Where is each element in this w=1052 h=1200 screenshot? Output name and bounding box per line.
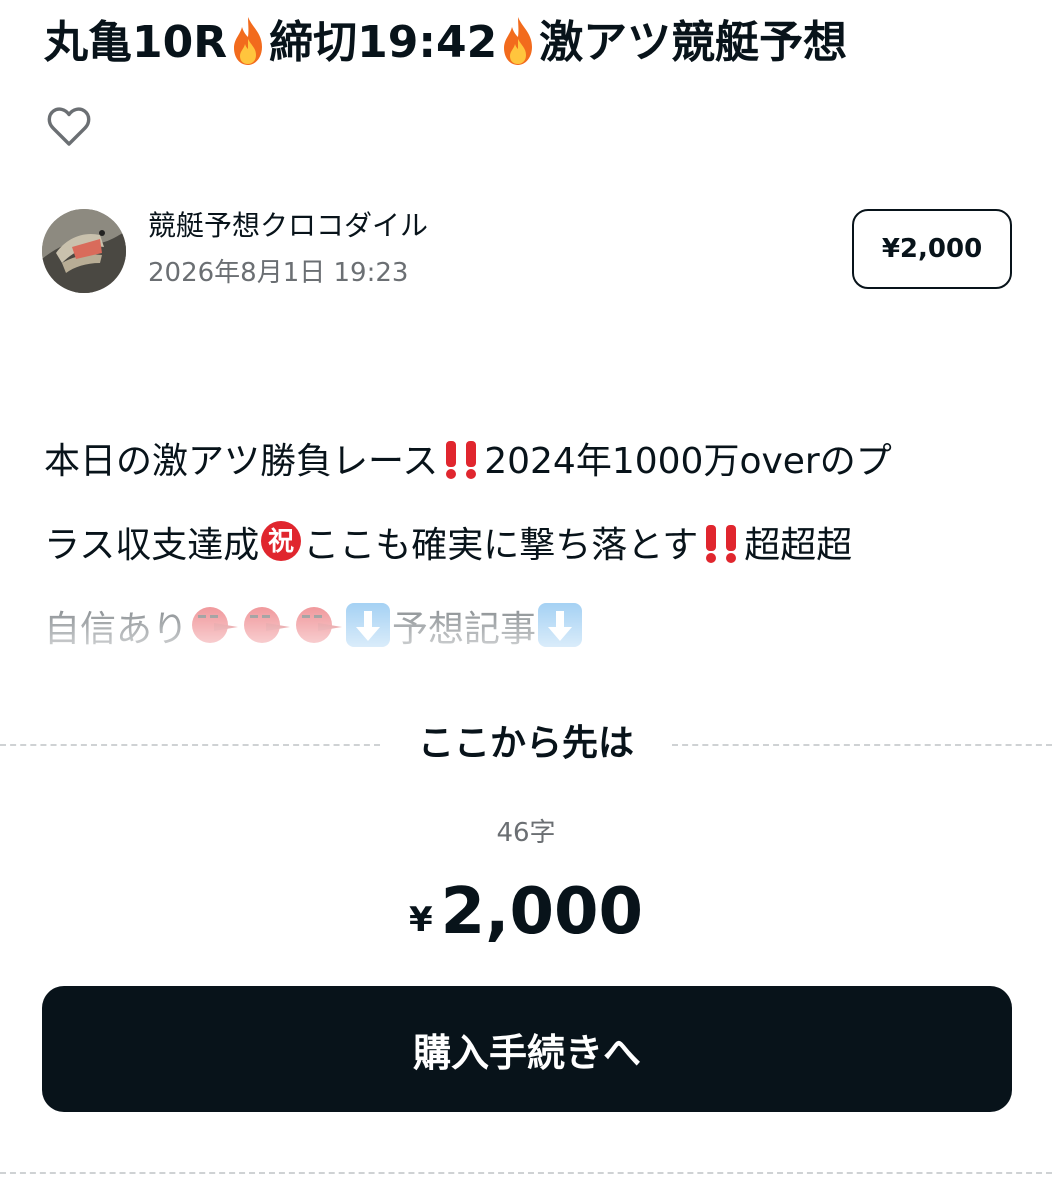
- body-text-segment: 予想記事: [392, 609, 537, 650]
- paywall-divider: ここから先は: [0, 712, 1052, 776]
- svg-text:祝: 祝: [268, 527, 294, 557]
- double-exclamation-icon: [706, 525, 737, 563]
- publish-date: 2026年8月1日 19:23: [148, 258, 409, 288]
- body-text-segment: 2024年1000万overのプ: [484, 441, 892, 482]
- char-count: 46字: [496, 818, 556, 848]
- body-line-1: 本日の激アツ勝負レース 2024年1000万overのプ: [44, 420, 1004, 504]
- body-text-segment: ラス収支達成: [44, 525, 260, 566]
- down-arrow-icon: [538, 603, 583, 647]
- heart-icon[interactable]: [46, 104, 92, 150]
- tengu-icon: [192, 607, 239, 643]
- fire-icon: [234, 17, 263, 65]
- fire-icon: [504, 17, 533, 65]
- double-exclamation-icon: [446, 441, 477, 479]
- body-text-segment: 本日の激アツ勝負レース: [44, 441, 439, 482]
- body-text-segment: 自信あり: [44, 609, 189, 650]
- author-avatar[interactable]: [42, 209, 126, 293]
- currency-symbol: ¥: [408, 900, 433, 940]
- author-row: 競艇予想クロコダイル 2026年8月1日 19:23 ¥2,000: [42, 207, 1012, 295]
- congratulations-icon: 祝: [261, 521, 302, 561]
- purchase-button[interactable]: 購入手続きへ: [42, 986, 1012, 1112]
- body-text-segment: 超超超: [744, 525, 853, 566]
- title-part-2: 締切19:42: [269, 17, 498, 68]
- body-line-3: 自信あり 予想記事: [44, 588, 1004, 672]
- article-title: 丸亀10R 締切19:42 激アツ競艇予想: [44, 10, 1034, 76]
- purchase-button-label: 購入手続きへ: [412, 1030, 641, 1075]
- paywall-label: ここから先は: [417, 723, 634, 764]
- author-name[interactable]: 競艇予想クロコダイル: [148, 207, 428, 245]
- bottom-divider: [0, 1172, 1052, 1174]
- down-arrow-icon: [346, 603, 391, 647]
- tengu-icon: [244, 607, 291, 643]
- crocodile-avatar-image: [42, 209, 126, 293]
- article-body: 本日の激アツ勝負レース 2024年1000万overのプ ラス収支達成祝ここも確実…: [44, 420, 1004, 672]
- tengu-icon: [296, 607, 343, 643]
- price-badge-button[interactable]: ¥2,000: [852, 209, 1012, 289]
- price-amount: 2,000: [440, 875, 644, 949]
- paywall-price: ¥2,000: [0, 872, 1052, 968]
- title-part-1: 丸亀10R: [44, 17, 228, 68]
- body-text-segment: ここも確実に撃ち落とす: [303, 525, 699, 566]
- body-line-2: ラス収支達成祝ここも確実に撃ち落とす 超超超: [44, 504, 1004, 588]
- title-part-3: 激アツ競艇予想: [539, 17, 848, 68]
